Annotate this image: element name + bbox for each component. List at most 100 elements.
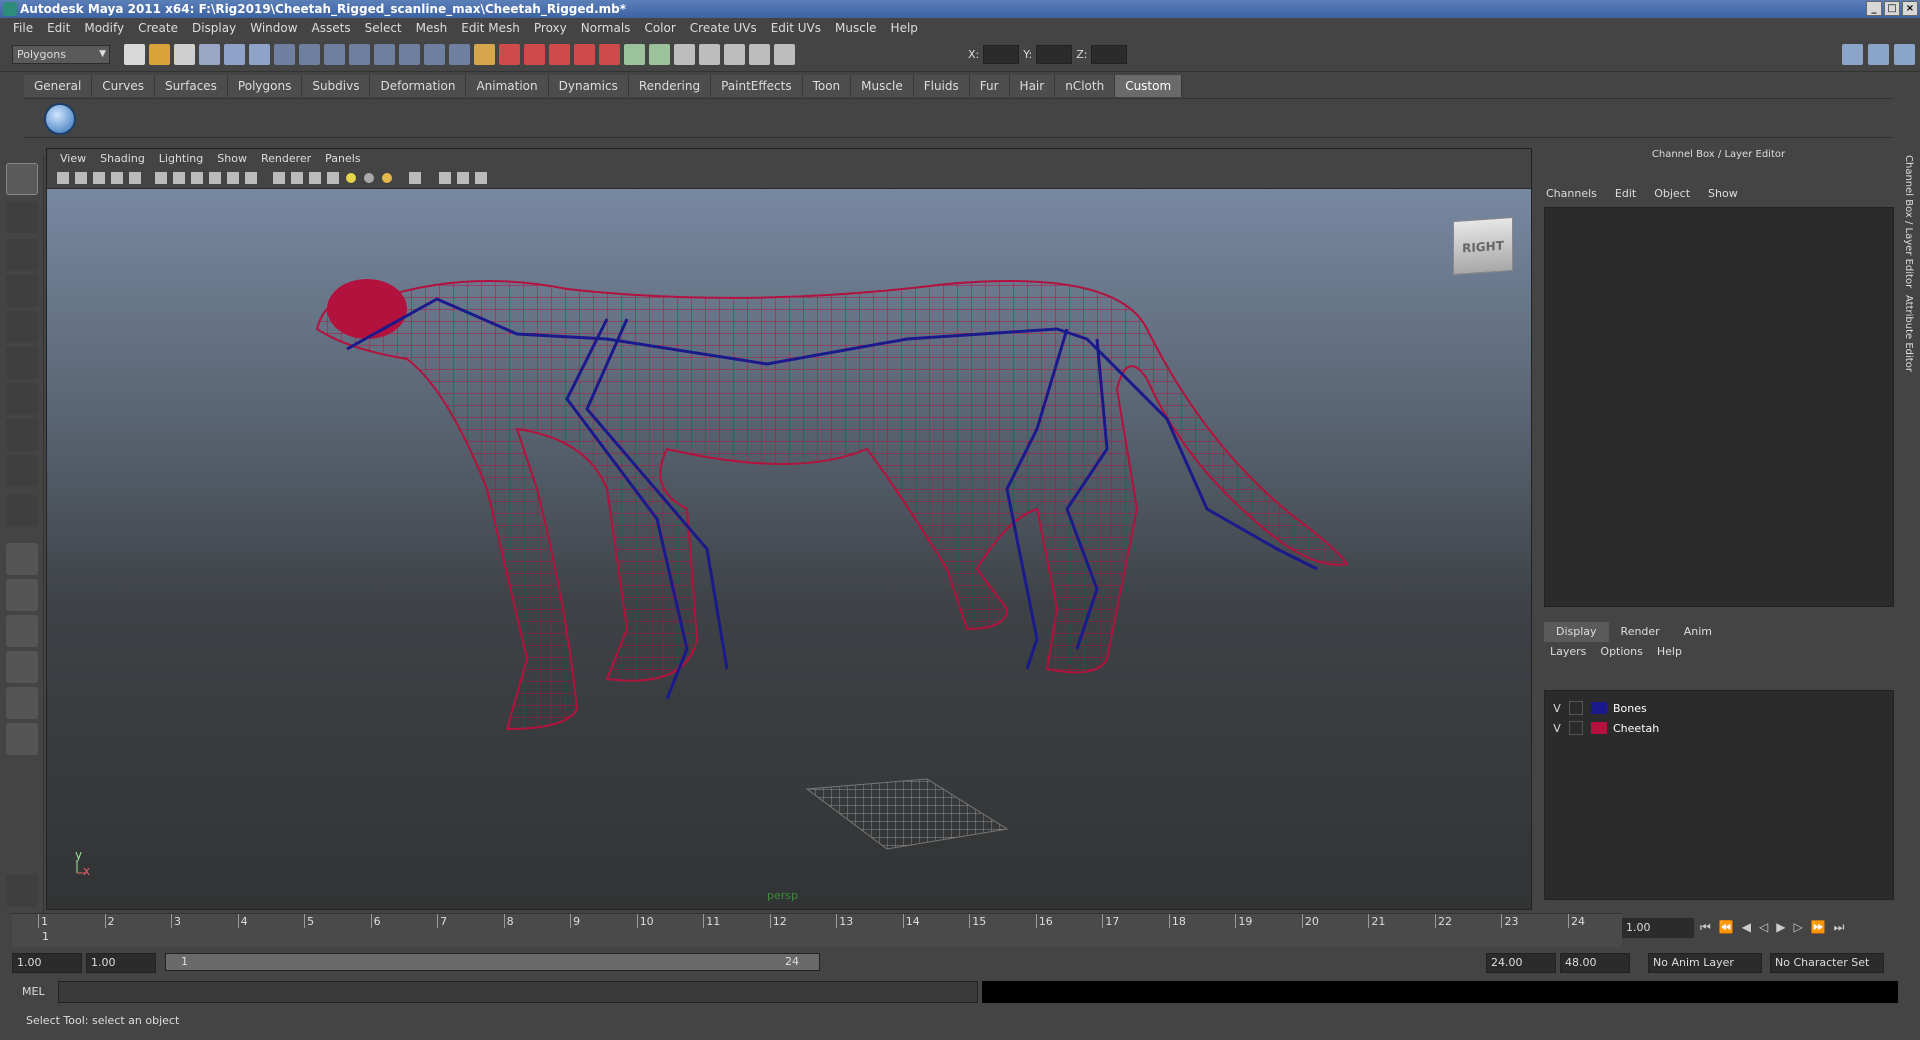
layer-color-swatch[interactable]	[1591, 702, 1607, 714]
shelf-tab-fur[interactable]: Fur	[969, 75, 1010, 97]
show-menu[interactable]: Show	[1708, 187, 1738, 200]
menu-muscle[interactable]: Muscle	[828, 21, 884, 35]
layer-color-swatch[interactable]	[1591, 722, 1607, 734]
help-menu[interactable]: Help	[1657, 645, 1682, 658]
shelf-tab-curves[interactable]: Curves	[92, 75, 155, 97]
cheetah-mesh[interactable]	[315, 279, 1349, 731]
shelf-tab-painteffects[interactable]: PaintEffects	[711, 75, 803, 97]
hypershade-icon[interactable]	[574, 44, 595, 65]
shelf-tab-polygons[interactable]: Polygons	[227, 75, 303, 97]
menu-create-uvs[interactable]: Create UVs	[683, 21, 764, 35]
shelf-tab-animation[interactable]: Animation	[466, 75, 549, 97]
range-slider[interactable]: 1 24	[165, 953, 820, 971]
shelf-tab-fluids[interactable]: Fluids	[913, 75, 970, 97]
select-component-icon[interactable]	[249, 44, 270, 65]
side-tab-channel-box[interactable]: Channel Box / Layer Editor	[1903, 155, 1914, 288]
shelf-tab-rendering[interactable]: Rendering	[628, 75, 712, 97]
layout-hypershade-icon[interactable]	[6, 687, 38, 719]
hypergraph-icon[interactable]	[724, 44, 745, 65]
shelf-tab-general[interactable]: General	[24, 75, 93, 97]
playback-end-field[interactable]: 24.00	[1486, 953, 1556, 973]
select-tool-icon[interactable]	[6, 163, 38, 195]
snap-grid-icon[interactable]	[274, 44, 295, 65]
tab-render[interactable]: Render	[1609, 622, 1672, 642]
rename-icon[interactable]	[624, 44, 645, 65]
layers-menu[interactable]: Layers	[1550, 645, 1586, 658]
quick-selection-icon[interactable]	[649, 44, 670, 65]
mel-label[interactable]: MEL	[22, 985, 45, 998]
output-ops-icon[interactable]	[424, 44, 445, 65]
play-forward-icon[interactable]: ▶	[1776, 920, 1785, 935]
menu-file[interactable]: File	[6, 21, 40, 35]
paint-select-icon[interactable]	[6, 239, 38, 271]
tab-anim[interactable]: Anim	[1672, 622, 1724, 642]
soft-mod-icon[interactable]	[6, 419, 38, 451]
menu-proxy[interactable]: Proxy	[527, 21, 574, 35]
close-button[interactable]: ×	[1902, 1, 1918, 16]
shelf-tab-ncloth[interactable]: nCloth	[1055, 75, 1116, 97]
time-slider[interactable]: 1 2 3 4 5 6 7 8 9 10 11 12 13 14 15 16 17 18 19 20 21 22 23 24 1	[12, 913, 1622, 947]
checkmark-shelf-icon[interactable]	[44, 103, 76, 135]
channel-box-area[interactable]	[1544, 207, 1894, 607]
shelf-tab-subdivs[interactable]: Subdivs	[302, 75, 371, 97]
save-scene-icon[interactable]	[174, 44, 195, 65]
step-back-key-icon[interactable]: ⏪	[1719, 920, 1734, 935]
layer-playback-toggle[interactable]	[1569, 721, 1583, 735]
numeric-input-icon[interactable]	[674, 44, 695, 65]
manipulator-icon[interactable]	[6, 383, 38, 415]
menu-edit-uvs[interactable]: Edit UVs	[764, 21, 828, 35]
last-tool-icon[interactable]	[6, 495, 38, 527]
shelf-tab-deformation[interactable]: Deformation	[370, 75, 467, 97]
viewport-menu-show[interactable]: Show	[210, 152, 254, 165]
menu-select[interactable]: Select	[358, 21, 409, 35]
layout-custom-icon[interactable]	[6, 723, 38, 755]
tool-settings-toggle-icon[interactable]	[1868, 44, 1889, 65]
layout-outliner-icon[interactable]	[6, 615, 38, 647]
layer-visibility-toggle[interactable]: V	[1545, 702, 1569, 715]
maximize-button[interactable]: □	[1884, 1, 1900, 16]
menu-create[interactable]: Create	[131, 21, 185, 35]
lasso-tool-icon[interactable]	[6, 201, 38, 233]
render-view-icon[interactable]	[599, 44, 620, 65]
start-time-field[interactable]: 1.00	[12, 953, 82, 973]
menu-edit-mesh[interactable]: Edit Mesh	[454, 21, 527, 35]
current-frame-field[interactable]: 1.00	[1622, 918, 1694, 938]
menu-mesh[interactable]: Mesh	[409, 21, 455, 35]
channels-menu[interactable]: Channels	[1546, 187, 1597, 200]
shelf-tab-hair[interactable]: Hair	[1009, 75, 1056, 97]
new-scene-icon[interactable]	[124, 44, 145, 65]
tool-settings-icon[interactable]	[774, 44, 795, 65]
go-to-end-icon[interactable]: ⏭	[1834, 920, 1845, 935]
menu-help[interactable]: Help	[884, 21, 925, 35]
outliner-icon[interactable]	[699, 44, 720, 65]
menu-color[interactable]: Color	[637, 21, 682, 35]
play-backward-icon[interactable]: ◁	[1759, 920, 1768, 935]
menu-window[interactable]: Window	[243, 21, 304, 35]
end-time-field[interactable]: 48.00	[1560, 953, 1630, 973]
render-current-icon[interactable]	[499, 44, 520, 65]
construction-history-icon[interactable]	[449, 44, 470, 65]
render-settings-icon[interactable]	[549, 44, 570, 65]
object-menu[interactable]: Object	[1654, 187, 1690, 200]
viewport-menu-shading[interactable]: Shading	[93, 152, 152, 165]
options-menu[interactable]: Options	[1600, 645, 1642, 658]
viewport-toolbar-icons[interactable]	[47, 167, 567, 189]
menu-edit[interactable]: Edit	[40, 21, 77, 35]
mel-input[interactable]	[58, 981, 978, 1003]
menu-set-dropdown[interactable]: Polygons ▼	[12, 45, 110, 64]
menu-normals[interactable]: Normals	[574, 21, 638, 35]
step-forward-frame-icon[interactable]: ▷	[1793, 920, 1802, 935]
attribute-editor-icon[interactable]	[749, 44, 770, 65]
anim-layer-dropdown[interactable]: No Anim Layer	[1648, 953, 1762, 973]
shelf-tab-muscle[interactable]: Muscle	[851, 75, 914, 97]
cheetah-wireframe-scene[interactable]	[47, 189, 1531, 909]
open-scene-icon[interactable]	[149, 44, 170, 65]
input-ops-icon[interactable]	[399, 44, 420, 65]
viewcube[interactable]: RIGHT	[1453, 216, 1513, 276]
channel-box-toggle-icon[interactable]	[1842, 44, 1863, 65]
step-back-frame-icon[interactable]: ◀	[1742, 920, 1751, 935]
shelf-tab-surfaces[interactable]: Surfaces	[154, 75, 228, 97]
tab-display[interactable]: Display	[1544, 622, 1609, 642]
shelf-tab-dynamics[interactable]: Dynamics	[548, 75, 629, 97]
menu-display[interactable]: Display	[185, 21, 243, 35]
